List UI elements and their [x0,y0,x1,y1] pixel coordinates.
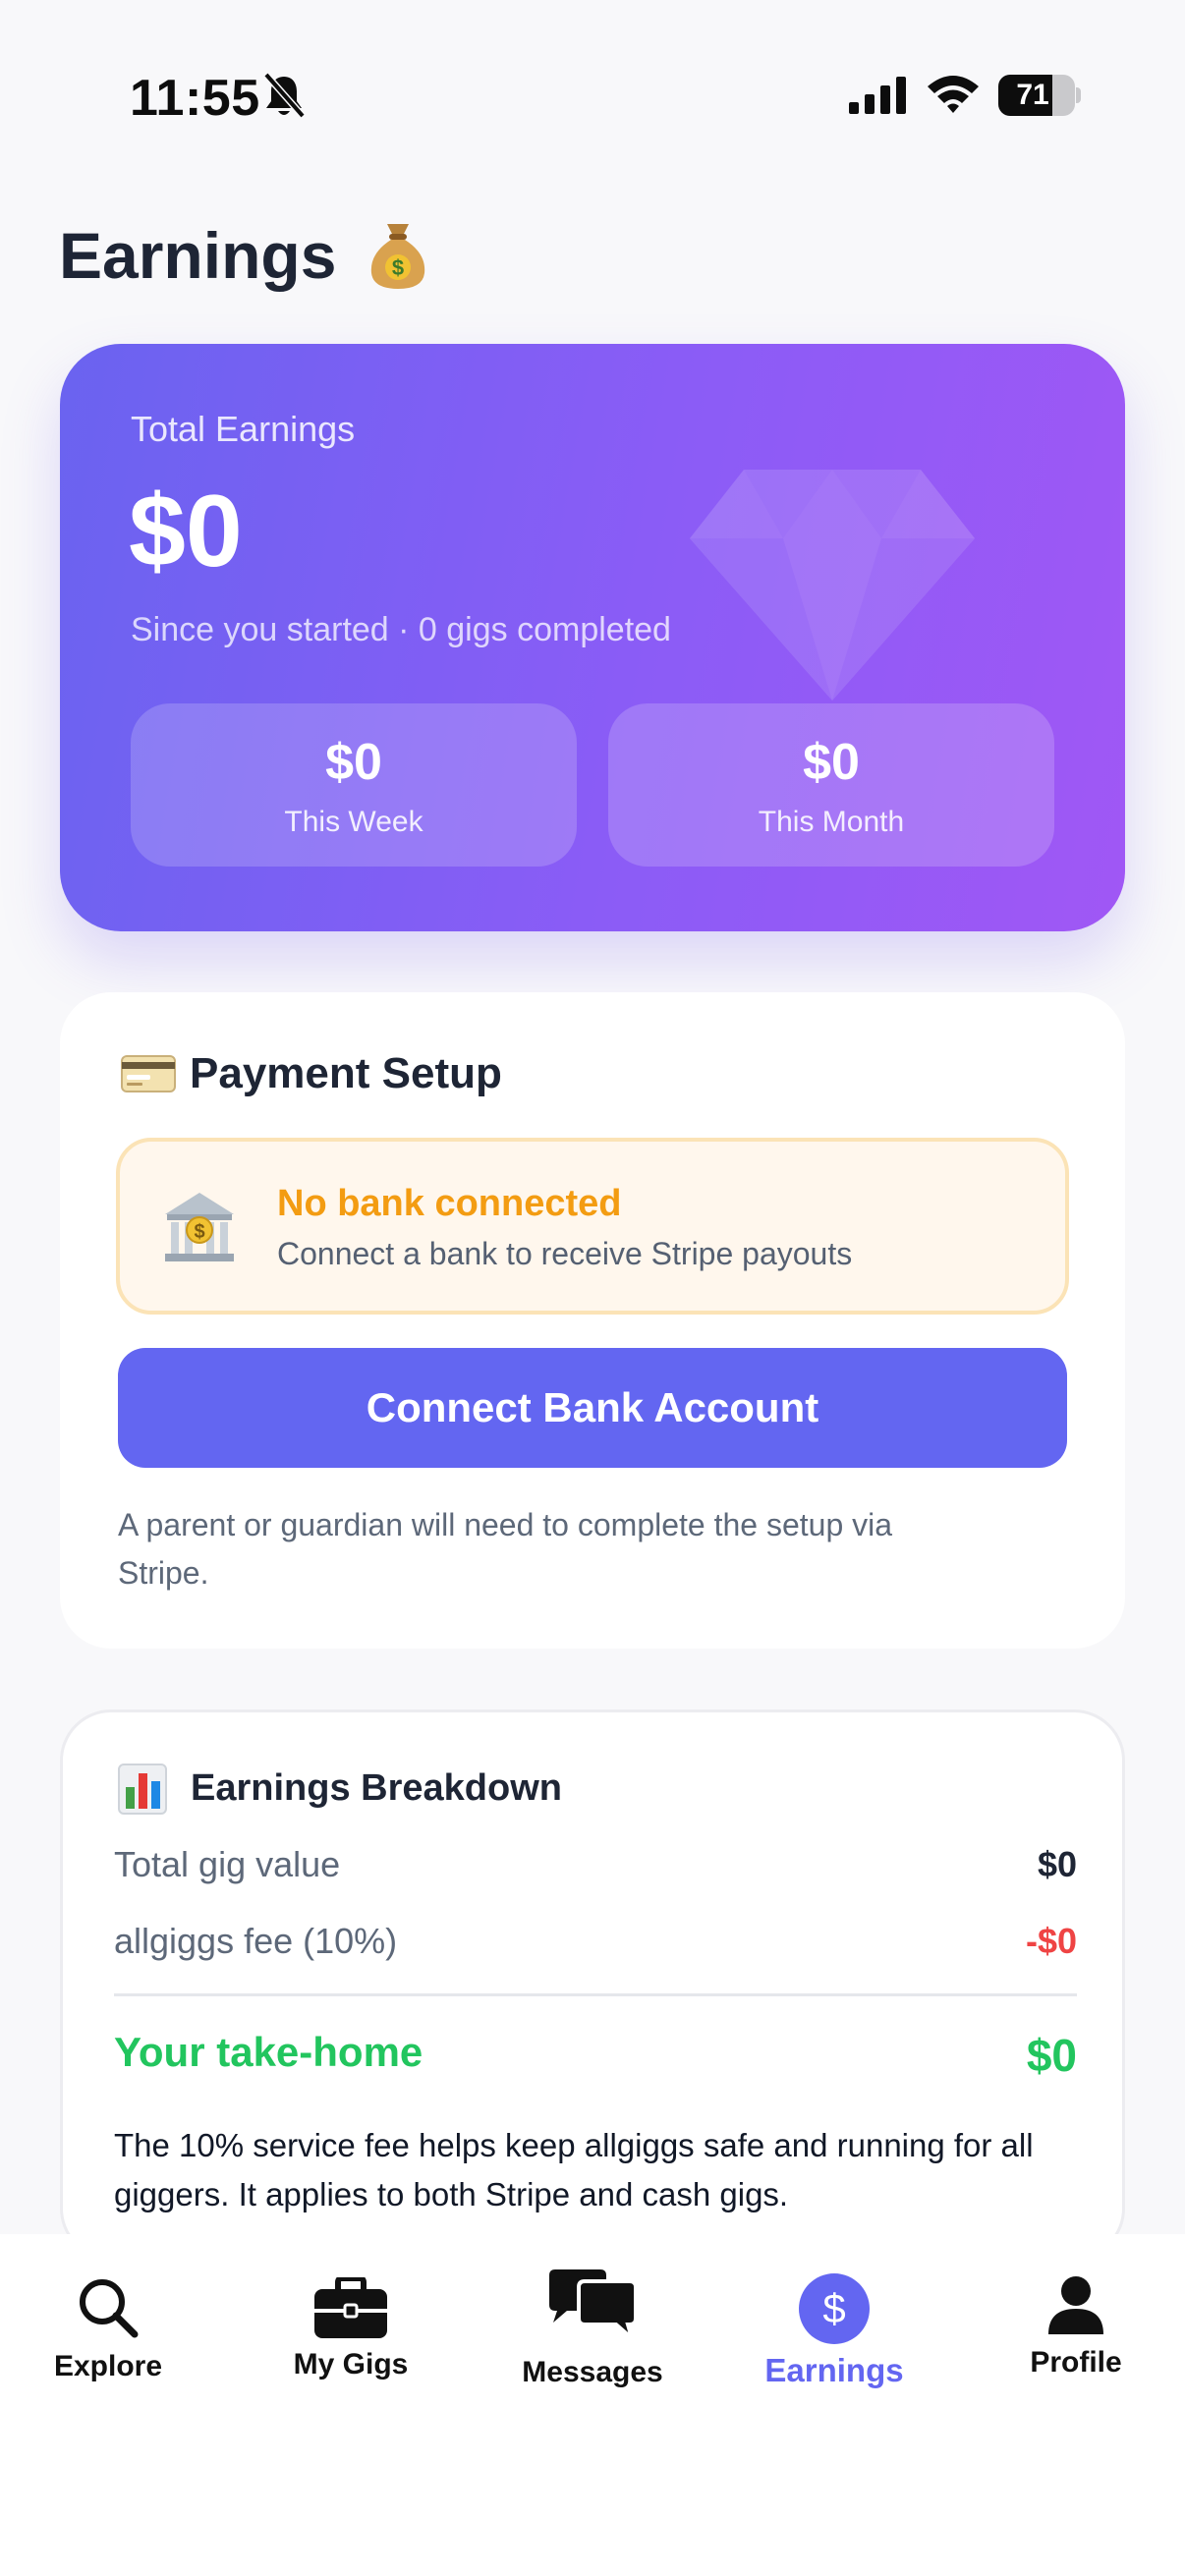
briefcase-icon [314,2277,387,2338]
tab-my-gigs-label: My Gigs [293,2348,409,2380]
no-bank-title: No bank connected [277,1183,622,1224]
no-bank-warning: $ No bank connected Connect a bank to re… [116,1138,1069,1315]
wifi-icon [928,76,979,113]
breakdown-divider [114,1993,1077,1996]
earnings-breakdown-card: Earnings Breakdown Total gig value $0 al… [60,1709,1125,2260]
total-earnings-label: Total Earnings [131,409,356,449]
bank-icon: $ [165,1193,234,1261]
this-month-tile: $0 This Month [608,703,1054,867]
tab-explore-label: Explore [53,2350,163,2382]
status-time: 11:55 [130,70,260,127]
bell-muted-icon [263,72,306,119]
battery-indicator: 71 [998,75,1081,116]
this-week-amount: $0 [325,734,382,791]
payment-setup-title: Payment Setup [190,1049,502,1097]
diamond-icon [690,470,975,700]
total-earnings-amount: $0 [129,475,243,588]
guardian-setup-note: A parent or guardian will need to comple… [118,1507,893,1591]
service-fee-amount: -$0 [1025,1921,1077,1961]
payment-setup-card: Payment Setup $ No bank connected Connec… [60,992,1125,1649]
connect-bank-button[interactable]: Connect Bank Account [118,1348,1067,1468]
search-icon [80,2279,139,2338]
tab-earnings[interactable]: $ Earnings [721,2234,947,2391]
chat-bubbles-icon [549,2269,638,2344]
page-title: Earnings [59,219,337,292]
take-home-amount: $0 [1026,2030,1077,2081]
tab-profile-label: Profile [1030,2346,1122,2379]
no-bank-subtitle: Connect a bank to receive Stripe payouts [277,1236,853,1271]
earnings-breakdown-title: Earnings Breakdown [191,1767,562,1809]
status-bar: 11:55 71 [0,0,1185,187]
tab-messages-label: Messages [522,2356,663,2388]
person-icon [1048,2276,1103,2334]
total-gig-value-label: Total gig value [114,1844,341,1884]
total-earnings-subtitle: Since you started · 0 gigs completed [131,611,671,648]
svg-text:$: $ [392,255,404,280]
bottom-tab-bar: Explore My Gigs Messages $ Earnings Prof… [0,2234,1185,2576]
total-earnings-card: Total Earnings $0 Since you started · 0 … [60,344,1125,931]
svg-text:$: $ [194,1221,204,1243]
service-fee-note: The 10% service fee helps keep allgiggs … [114,2127,1034,2212]
take-home-label: Your take-home [114,2029,423,2075]
cellular-signal-icon [849,77,906,114]
dollar-icon: $ [799,2273,870,2344]
money-bag-icon: $ [370,224,425,289]
this-week-tile: $0 This Week [131,703,577,867]
this-month-label: This Month [758,806,905,838]
this-month-amount: $0 [803,734,860,791]
this-week-label: This Week [284,806,423,838]
tab-my-gigs[interactable]: My Gigs [238,2234,464,2391]
tab-explore[interactable]: Explore [0,2234,221,2391]
battery-percent: 71 [1016,79,1049,111]
tab-messages[interactable]: Messages [480,2234,705,2391]
tab-profile[interactable]: Profile [963,2234,1185,2391]
service-fee-label: allgiggs fee (10%) [114,1921,398,1961]
credit-card-icon [121,1055,176,1092]
bar-chart-icon [118,1764,167,1815]
tab-earnings-label: Earnings [764,2352,904,2388]
total-gig-value-amount: $0 [1037,1844,1077,1884]
